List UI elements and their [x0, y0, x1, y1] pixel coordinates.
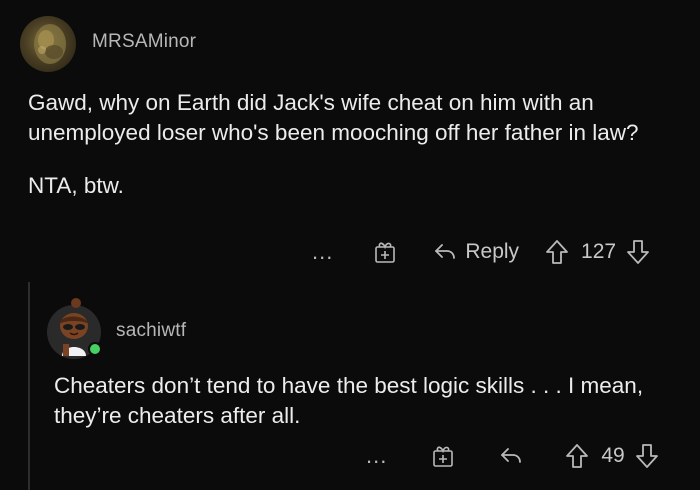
comment-actions: ... 49	[366, 440, 659, 472]
upvote-arrow-icon[interactable]	[545, 239, 569, 265]
downvote-arrow-icon[interactable]	[635, 443, 659, 469]
reply-arrow-icon[interactable]	[433, 241, 457, 263]
avatar[interactable]	[46, 296, 102, 360]
vote-score: 49	[601, 444, 625, 467]
award-icon[interactable]	[431, 444, 455, 468]
thread-line[interactable]	[28, 282, 30, 490]
username[interactable]: MRSAMinor	[92, 31, 196, 53]
comment-actions: ... Reply 127	[312, 236, 650, 268]
downvote-arrow-icon[interactable]	[626, 239, 650, 265]
avatar[interactable]	[20, 16, 76, 72]
vote-score: 127	[581, 240, 617, 263]
more-options-button[interactable]: ...	[312, 241, 333, 263]
comment-body: Cheaters don’t tend to have the best log…	[54, 371, 684, 430]
comment-body: Gawd, why on Earth did Jack's wife cheat…	[28, 88, 668, 201]
online-status-dot	[88, 342, 102, 356]
comment-paragraph: Cheaters don’t tend to have the best log…	[54, 373, 644, 428]
more-options-button[interactable]: ...	[366, 445, 387, 467]
comment-header: MRSAMinor	[20, 15, 196, 73]
reply-button[interactable]: Reply	[465, 240, 519, 264]
award-icon[interactable]	[373, 240, 397, 264]
comment-paragraph: NTA, btw.	[28, 173, 124, 198]
comment-thread: MRSAMinor Gawd, why on Earth did Jack's …	[0, 0, 700, 490]
reply-arrow-icon[interactable]	[499, 445, 523, 467]
upvote-arrow-icon[interactable]	[565, 443, 589, 469]
avatar-image	[34, 24, 66, 64]
comment-header: sachiwtf	[46, 296, 186, 360]
username[interactable]: sachiwtf	[116, 320, 186, 342]
comment-paragraph: Gawd, why on Earth did Jack's wife cheat…	[28, 90, 639, 145]
